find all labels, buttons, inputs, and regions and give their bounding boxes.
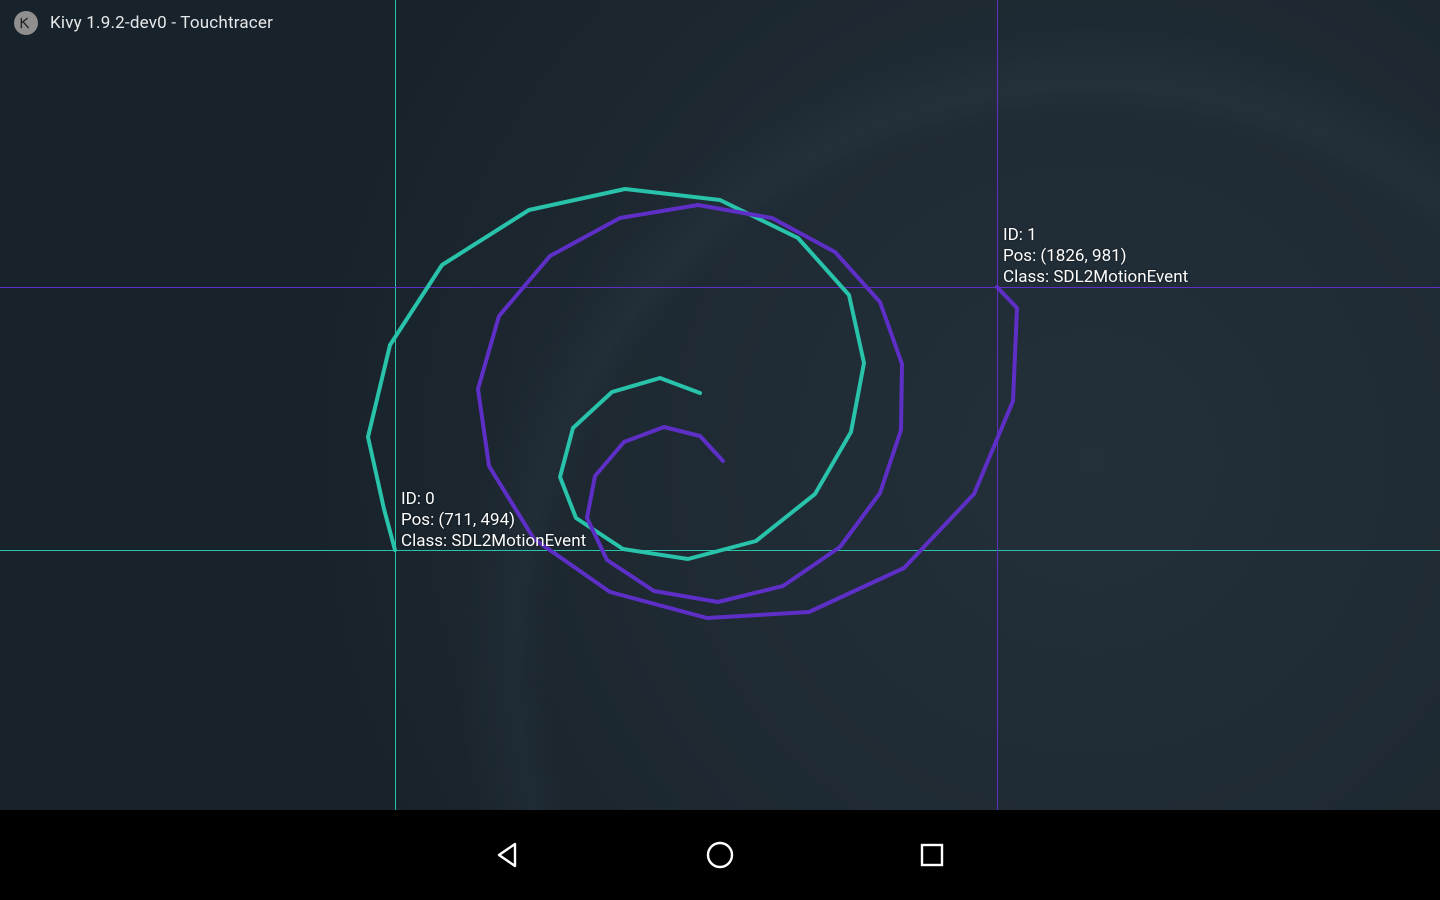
touch0-trace	[368, 189, 864, 559]
kivy-logo-icon	[14, 11, 38, 35]
nav-home-button[interactable]	[699, 834, 741, 876]
recents-square-icon	[918, 841, 946, 869]
titlebar: Kivy 1.9.2-dev0 - Touchtracer	[0, 0, 1440, 46]
window-title: Kivy 1.9.2-dev0 - Touchtracer	[50, 13, 273, 33]
touch0-pos: Pos: (711, 494)	[401, 510, 586, 531]
background-swirl-ring	[390, 0, 1440, 810]
touch-traces	[0, 0, 1440, 810]
touch1-id: ID: 1	[1003, 225, 1188, 246]
app-canvas[interactable]: Kivy 1.9.2-dev0 - Touchtracer ID: 0 Pos:…	[0, 0, 1440, 810]
back-triangle-icon	[493, 840, 523, 870]
nav-recents-button[interactable]	[911, 834, 953, 876]
touch1-trace	[478, 205, 1017, 618]
touch0-class: Class: SDL2MotionEvent	[401, 531, 586, 552]
touch1-crosshair-vertical	[997, 0, 998, 810]
home-circle-icon	[704, 839, 736, 871]
background-swirl	[290, 0, 1440, 810]
device-frame: Kivy 1.9.2-dev0 - Touchtracer ID: 0 Pos:…	[0, 0, 1440, 900]
touch0-id: ID: 0	[401, 489, 586, 510]
touch1-pos: Pos: (1826, 981)	[1003, 246, 1188, 267]
touch0-crosshair-vertical	[395, 0, 396, 810]
touch1-info-label: ID: 1 Pos: (1826, 981) Class: SDL2Motion…	[1003, 225, 1188, 288]
nav-back-button[interactable]	[487, 834, 529, 876]
touch1-crosshair-horizontal	[0, 287, 1440, 288]
touch0-info-label: ID: 0 Pos: (711, 494) Class: SDL2MotionE…	[401, 489, 586, 552]
touch0-crosshair-horizontal	[0, 550, 1440, 551]
touch1-class: Class: SDL2MotionEvent	[1003, 267, 1188, 288]
android-nav-bar	[0, 810, 1440, 900]
